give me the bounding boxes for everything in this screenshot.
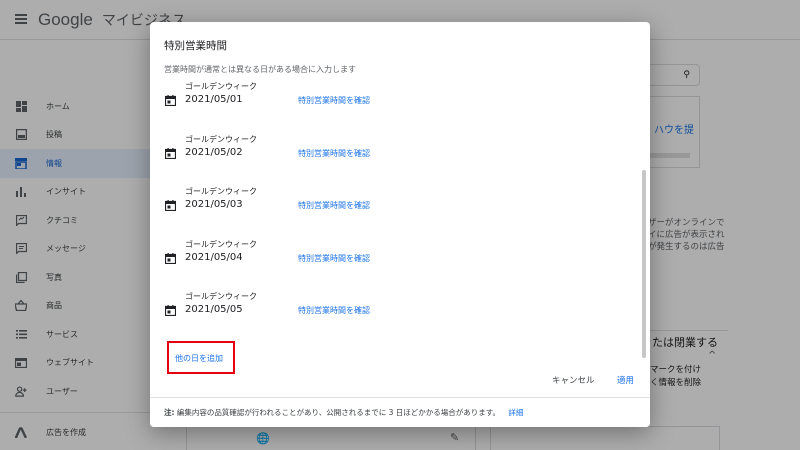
special-hours-entry: ゴールデンウィーク 2021/05/02 特別営業時間を確認: [150, 134, 630, 174]
view-special-hours-link[interactable]: 特別営業時間を確認: [298, 305, 370, 316]
entry-name: ゴールデンウィーク: [185, 135, 257, 144]
view-special-hours-link[interactable]: 特別営業時間を確認: [298, 95, 370, 106]
view-special-hours-link[interactable]: 特別営業時間を確認: [298, 200, 370, 211]
special-hours-entry: ゴールデンウィーク 2021/05/05 特別営業時間を確認: [150, 291, 630, 331]
entry-date[interactable]: 2021/05/04: [185, 252, 243, 263]
entry-name: ゴールデンウィーク: [185, 187, 257, 196]
footer-note-text: 編集内容の品質確認が行われることがあり、公開されるまでに 3 日ほどかかる場合が…: [176, 408, 501, 417]
details-link[interactable]: 詳細: [508, 408, 523, 417]
entry-name: ゴールデンウィーク: [185, 82, 257, 91]
calendar-icon[interactable]: [165, 305, 176, 316]
calendar-icon[interactable]: [165, 200, 176, 211]
entry-date[interactable]: 2021/05/02: [185, 147, 243, 158]
add-date-highlight-box: 他の日を追加: [167, 341, 235, 374]
dialog-footer: 注: 編集内容の品質確認が行われることがあり、公開されるまでに 3 日ほどかかる…: [150, 397, 650, 427]
cancel-button[interactable]: キャンセル: [552, 374, 595, 386]
entry-name: ゴールデンウィーク: [185, 240, 257, 249]
add-another-date-button[interactable]: 他の日を追加: [175, 353, 223, 364]
dialog-title: 特別営業時間: [164, 40, 227, 52]
footer-note: 注: 編集内容の品質確認が行われることがあり、公開されるまでに 3 日ほどかかる…: [164, 407, 523, 418]
apply-button[interactable]: 適用: [617, 374, 634, 386]
special-hours-entry: ゴールデンウィーク 2021/05/01 特別営業時間を確認: [150, 81, 630, 121]
special-hours-entry: ゴールデンウィーク 2021/05/04 特別営業時間を確認: [150, 239, 630, 279]
entry-date[interactable]: 2021/05/01: [185, 94, 243, 105]
entry-date[interactable]: 2021/05/05: [185, 304, 243, 315]
footer-note-prefix: 注:: [164, 408, 175, 417]
dialog-subtitle: 営業時間が通常とは異なる日がある場合に入力します: [164, 65, 356, 74]
view-special-hours-link[interactable]: 特別営業時間を確認: [298, 148, 370, 159]
calendar-icon[interactable]: [165, 148, 176, 159]
special-hours-dialog: 特別営業時間 営業時間が通常とは異なる日がある場合に入力します ゴールデンウィー…: [150, 22, 650, 427]
special-hours-entry: ゴールデンウィーク 2021/05/03 特別営業時間を確認: [150, 186, 630, 226]
calendar-icon[interactable]: [165, 253, 176, 264]
view-special-hours-link[interactable]: 特別営業時間を確認: [298, 253, 370, 264]
entry-name: ゴールデンウィーク: [185, 292, 257, 301]
calendar-icon[interactable]: [165, 95, 176, 106]
entry-date[interactable]: 2021/05/03: [185, 199, 243, 210]
dialog-scrollbar[interactable]: [642, 170, 646, 358]
